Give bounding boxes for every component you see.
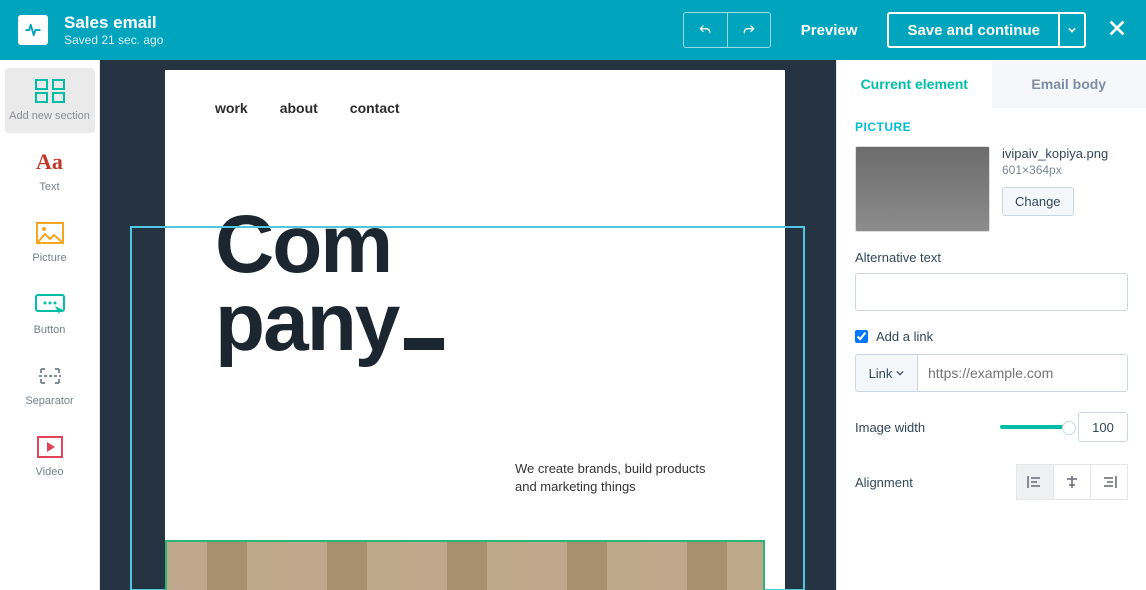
- picture-icon: [33, 220, 67, 246]
- link-type-label: Link: [869, 366, 893, 381]
- tool-label: Video: [36, 466, 64, 479]
- save-status: Saved 21 sec. ago: [64, 33, 163, 47]
- tool-video[interactable]: Video: [5, 424, 95, 489]
- heading-cursor: [404, 338, 444, 350]
- undo-redo-group: [683, 12, 771, 48]
- image-width-label: Image width: [855, 420, 925, 435]
- nav-about[interactable]: about: [280, 100, 318, 116]
- redo-button[interactable]: [727, 12, 771, 48]
- close-icon: [1106, 17, 1128, 39]
- image-width-value[interactable]: 100: [1078, 412, 1128, 442]
- tab-current-element[interactable]: Current element: [837, 60, 992, 108]
- alignment-group: [1017, 464, 1128, 500]
- alt-text-input[interactable]: [855, 273, 1128, 311]
- tool-text[interactable]: Aa Text: [5, 139, 95, 204]
- email-page[interactable]: work about contact Com pany We create br…: [165, 70, 785, 590]
- tool-label: Text: [39, 181, 59, 194]
- chevron-down-icon: [896, 369, 904, 377]
- image-width-slider[interactable]: [1000, 425, 1070, 429]
- add-link-row[interactable]: Add a link: [855, 329, 1128, 344]
- grid-icon: [33, 78, 67, 104]
- button-icon: [33, 292, 67, 318]
- tool-label: Separator: [25, 395, 73, 408]
- panel-tabs: Current element Email body: [837, 60, 1146, 108]
- align-right-icon: [1101, 475, 1117, 489]
- align-center-button[interactable]: [1053, 464, 1091, 500]
- app-header: Sales email Saved 21 sec. ago Preview Sa…: [0, 0, 1146, 60]
- hero-tagline[interactable]: We create brands, build products and mar…: [515, 460, 715, 496]
- link-url-input[interactable]: [917, 354, 1128, 392]
- tool-separator[interactable]: Separator: [5, 353, 95, 418]
- add-link-label: Add a link: [876, 329, 933, 344]
- image-block-selected[interactable]: [165, 540, 765, 590]
- pulse-icon: [24, 21, 42, 39]
- link-type-select[interactable]: Link: [855, 354, 917, 392]
- tool-label: Button: [34, 324, 66, 337]
- tool-label: Add new section: [9, 110, 90, 123]
- section-title: PICTURE: [855, 120, 1128, 134]
- align-left-icon: [1027, 475, 1043, 489]
- tool-add-section[interactable]: Add new section: [5, 68, 95, 133]
- nav-work[interactable]: work: [215, 100, 248, 116]
- document-title-block: Sales email Saved 21 sec. ago: [64, 13, 163, 48]
- close-button[interactable]: [1106, 17, 1128, 44]
- video-icon: [33, 434, 67, 460]
- save-dropdown-button[interactable]: [1058, 12, 1086, 48]
- align-right-button[interactable]: [1090, 464, 1128, 500]
- hero-heading[interactable]: Com pany: [165, 116, 785, 362]
- undo-button[interactable]: [683, 12, 727, 48]
- properties-panel: Current element Email body PICTURE ivipa…: [836, 60, 1146, 590]
- align-left-button[interactable]: [1016, 464, 1054, 500]
- document-title[interactable]: Sales email: [64, 13, 163, 33]
- chevron-down-icon: [1068, 26, 1076, 34]
- add-link-checkbox[interactable]: [855, 330, 868, 343]
- editor-canvas[interactable]: work about contact Com pany We create br…: [100, 60, 836, 590]
- tool-picture[interactable]: Picture: [5, 210, 95, 275]
- tool-label: Picture: [32, 252, 66, 265]
- change-image-button[interactable]: Change: [1002, 187, 1074, 216]
- separator-icon: [33, 363, 67, 389]
- image-thumbnail[interactable]: [855, 146, 990, 232]
- alt-text-label: Alternative text: [855, 250, 1128, 265]
- redo-icon: [741, 22, 757, 38]
- tab-email-body[interactable]: Email body: [992, 60, 1146, 108]
- text-icon: Aa: [33, 149, 67, 175]
- tool-rail: Add new section Aa Text Picture Button S…: [0, 60, 100, 590]
- image-dimensions: 601×364px: [1002, 163, 1128, 177]
- undo-icon: [697, 22, 713, 38]
- hero-nav: work about contact: [165, 70, 785, 116]
- save-button[interactable]: Save and continue: [887, 12, 1058, 48]
- image-filename: ivipaiv_kopiya.png: [1002, 146, 1128, 161]
- alignment-label: Alignment: [855, 475, 913, 490]
- heading-line2: pany: [215, 277, 398, 368]
- align-center-icon: [1064, 475, 1080, 489]
- preview-button[interactable]: Preview: [783, 12, 876, 48]
- nav-contact[interactable]: contact: [350, 100, 400, 116]
- save-button-group: Save and continue: [887, 12, 1086, 48]
- tool-button[interactable]: Button: [5, 282, 95, 347]
- app-logo: [18, 15, 48, 45]
